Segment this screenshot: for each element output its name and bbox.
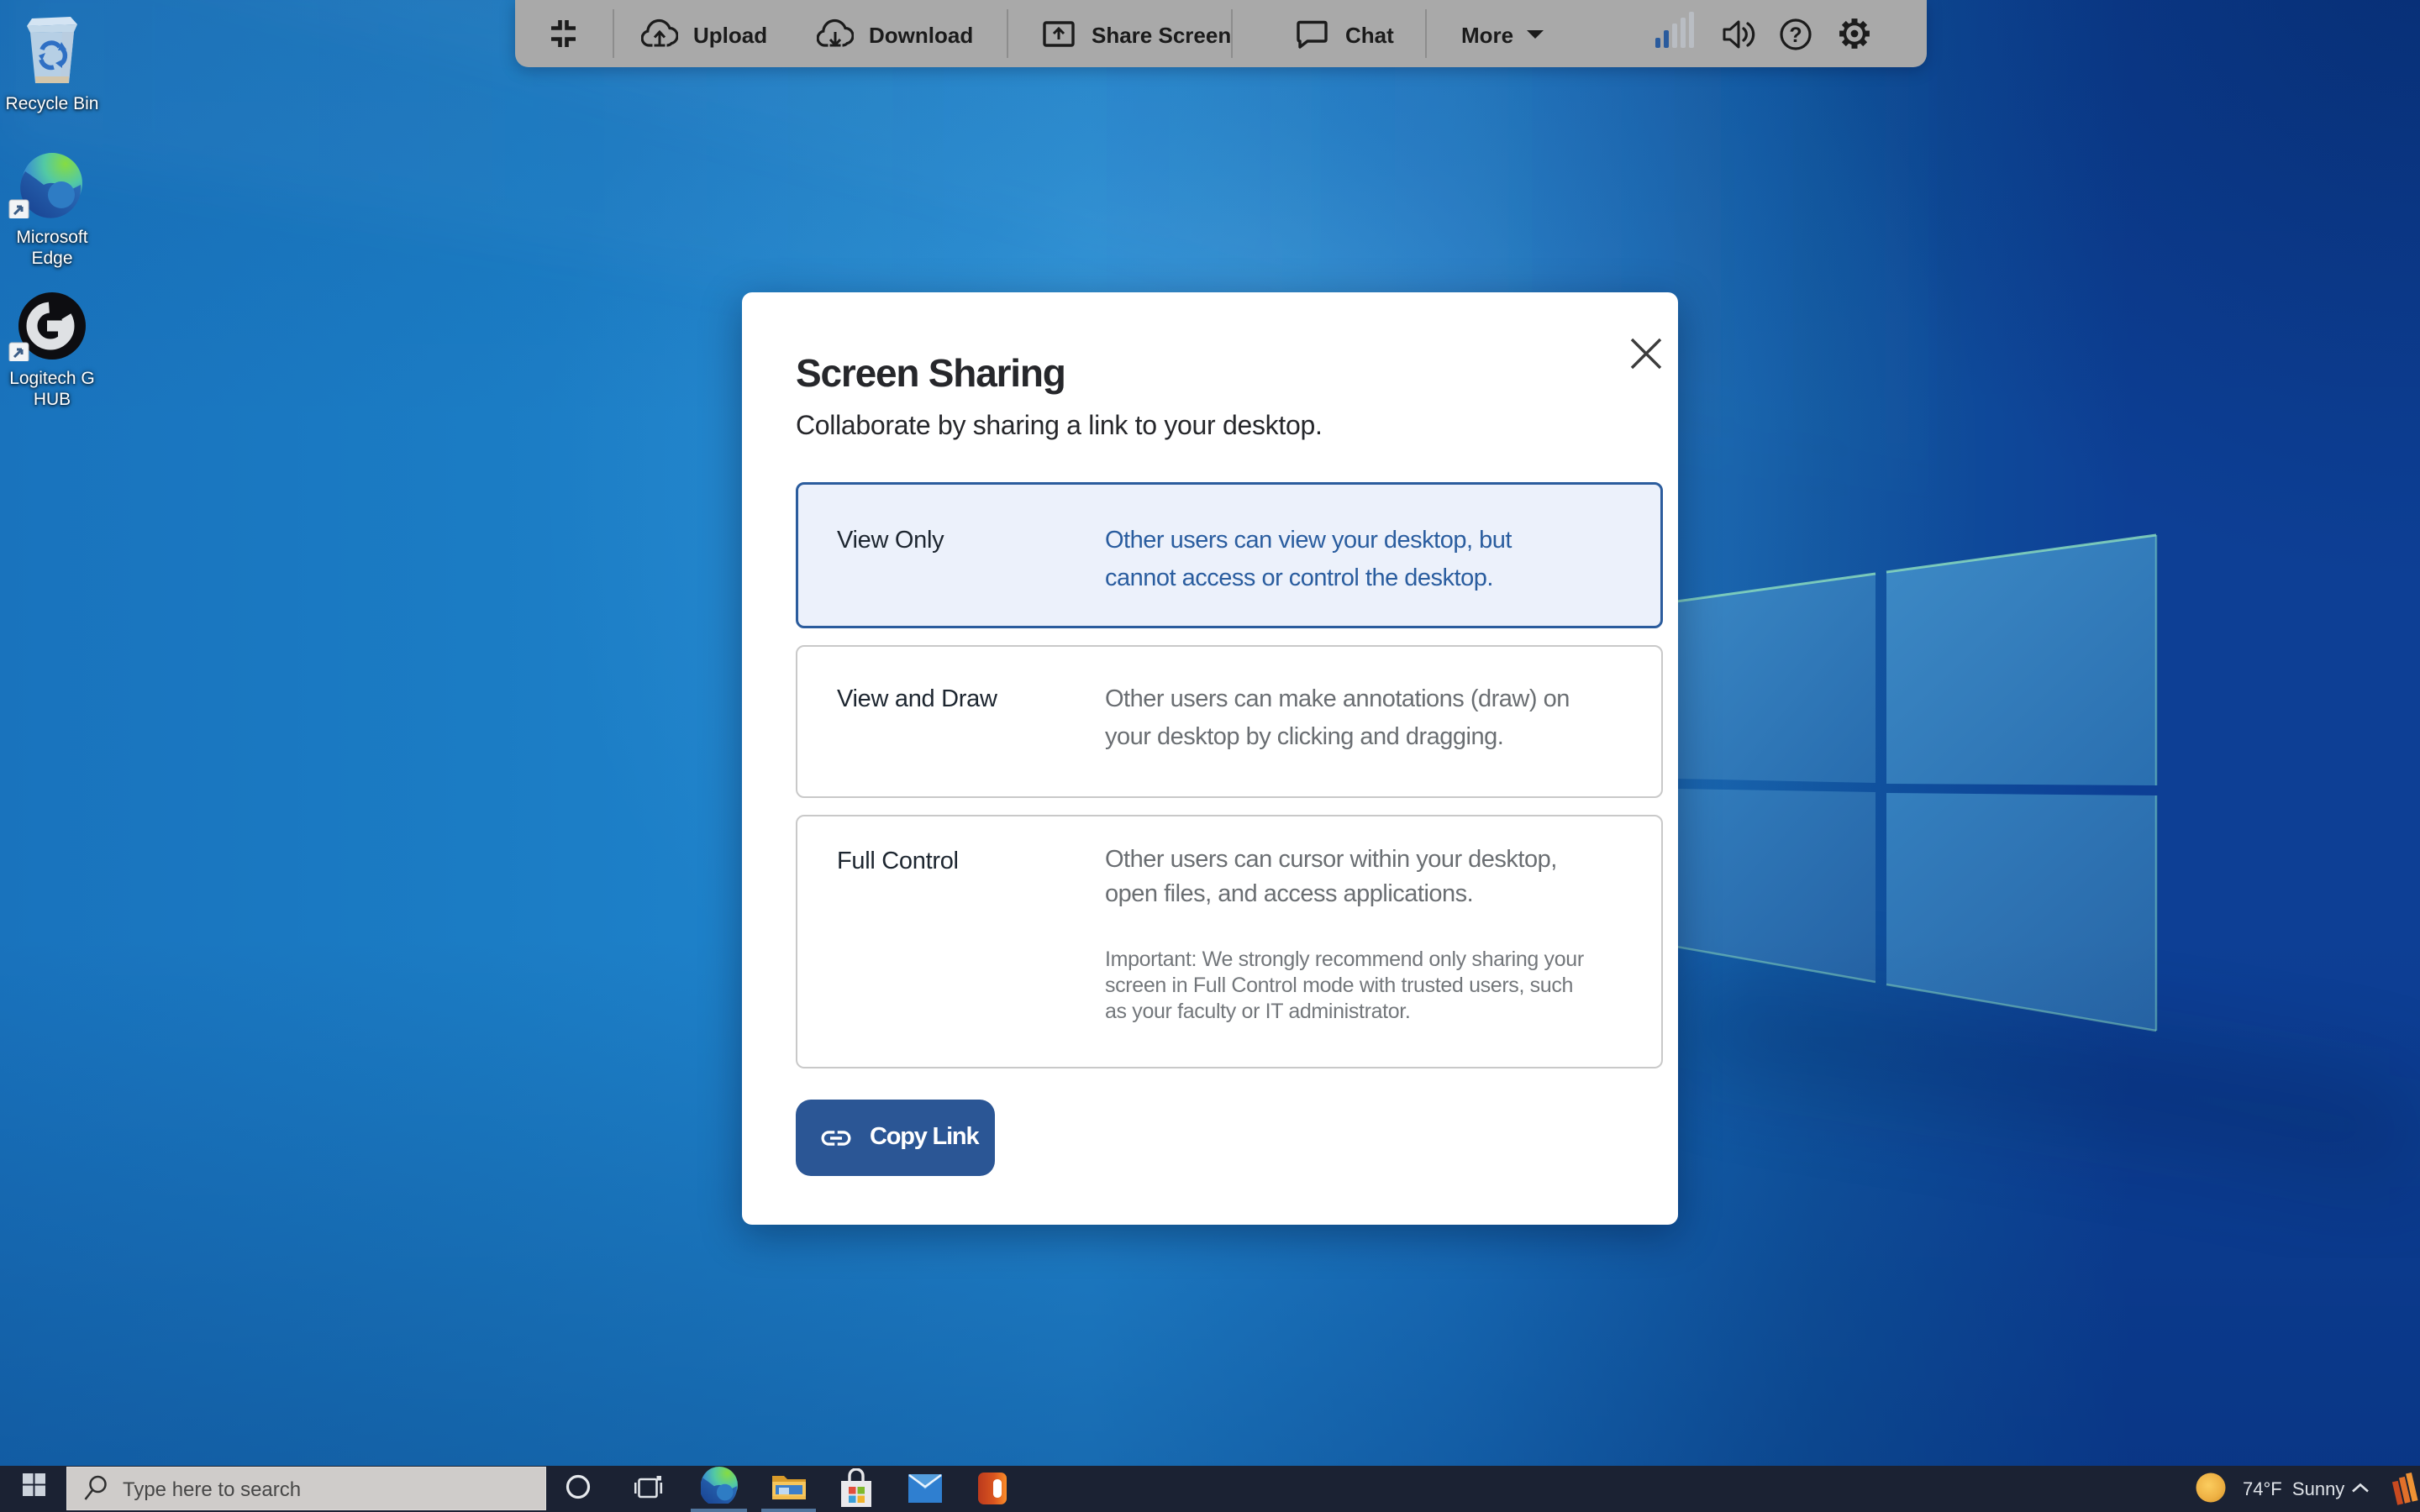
svg-text:?: ? xyxy=(1789,24,1802,47)
